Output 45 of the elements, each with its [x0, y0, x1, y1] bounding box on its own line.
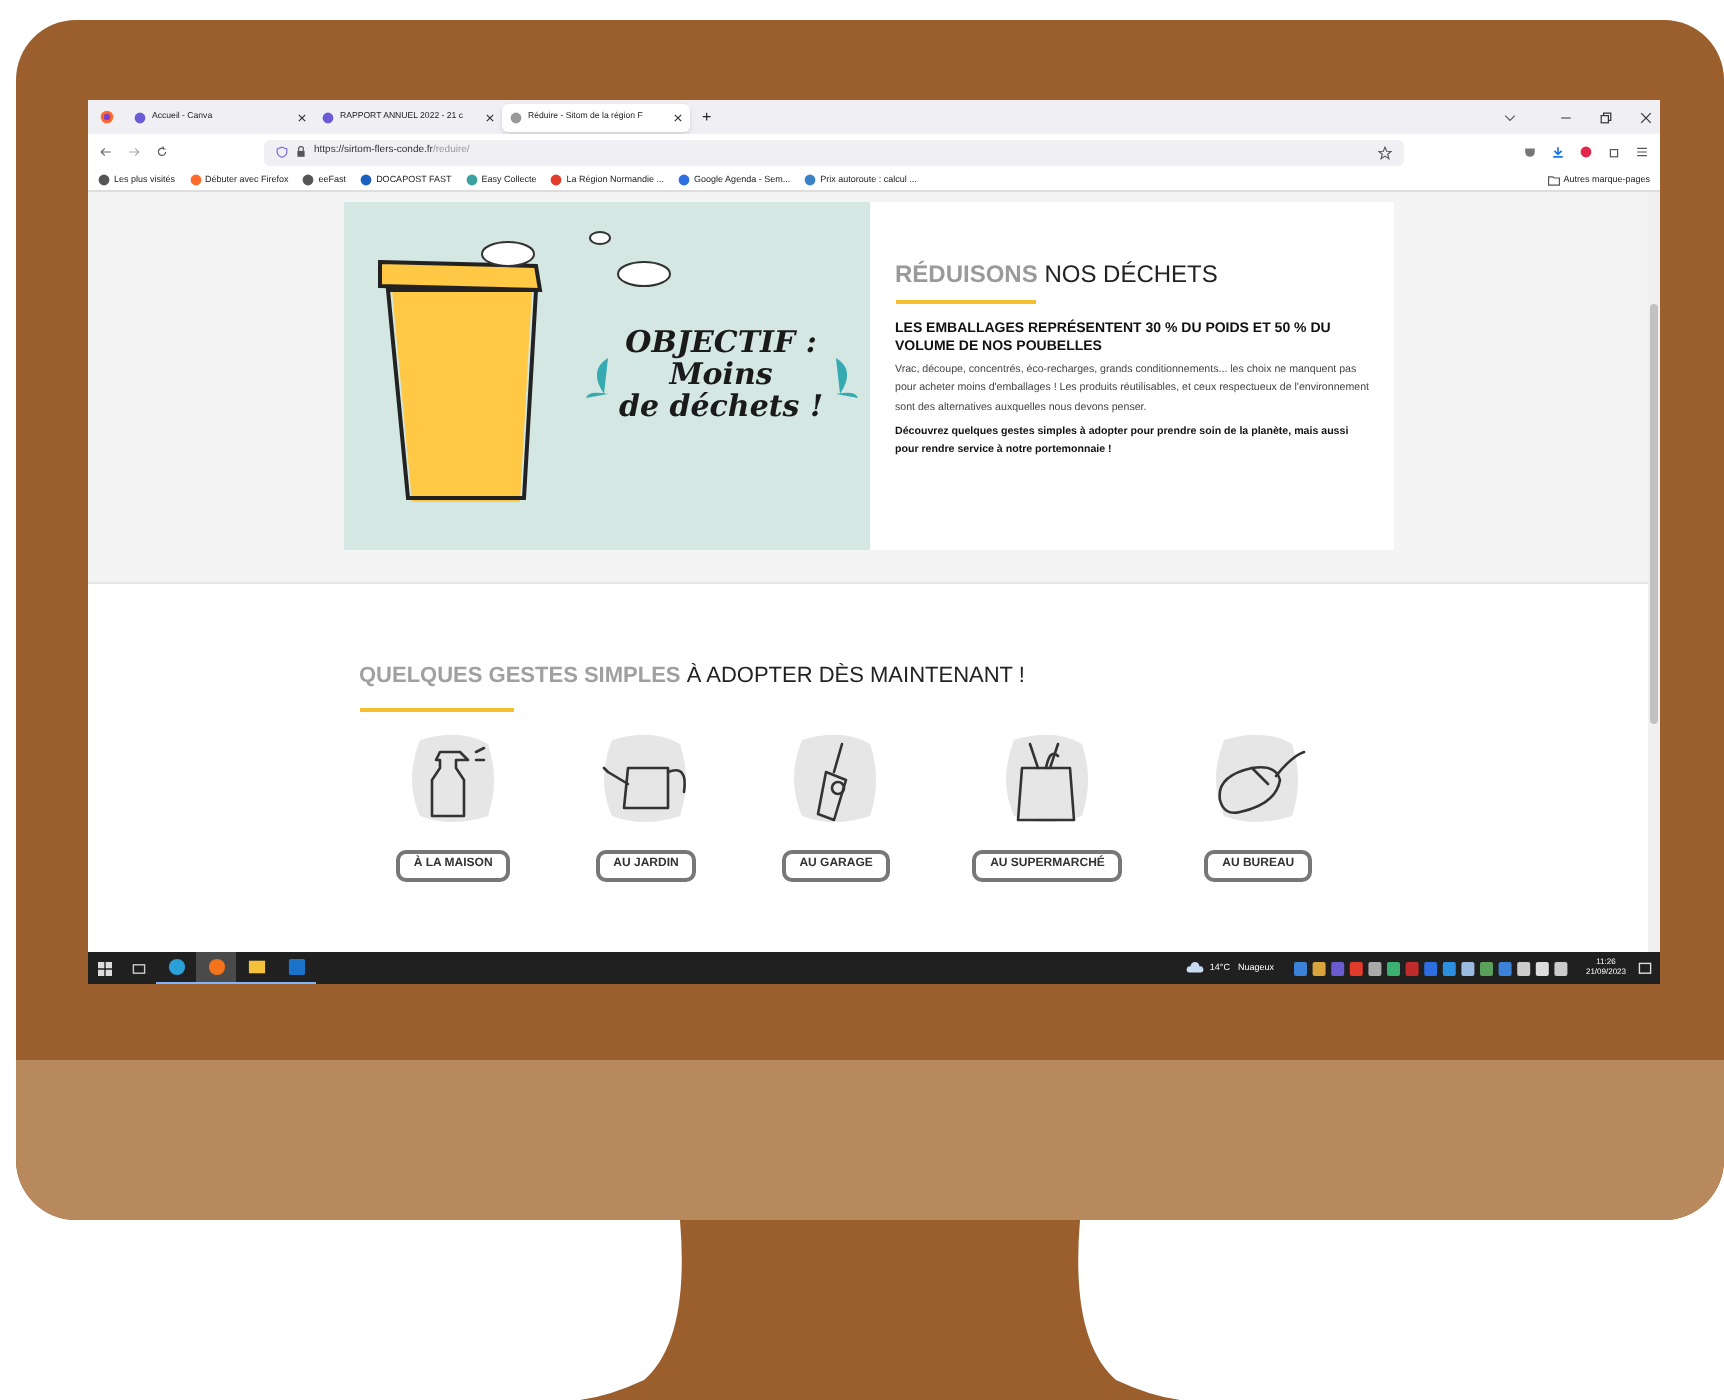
shield-icon: [276, 146, 288, 158]
chevron-down-icon[interactable]: [1504, 111, 1516, 123]
back-icon[interactable]: [100, 146, 112, 158]
bookmark-icon: [302, 174, 315, 186]
restore-icon[interactable]: [1600, 111, 1612, 123]
bookmark-icon: [678, 174, 691, 186]
close-icon[interactable]: [1640, 111, 1652, 123]
windows-logo-icon[interactable]: [98, 961, 112, 975]
close-icon[interactable]: [486, 113, 494, 121]
task-view-icon[interactable]: [132, 961, 146, 975]
illustration-text: Moins: [669, 360, 773, 392]
app-icon: [167, 958, 185, 976]
folder-icon: [1547, 175, 1560, 185]
new-tab-button[interactable]: +: [702, 105, 712, 129]
illustration-text: de déchets !: [619, 391, 824, 424]
notification-icon[interactable]: [1638, 961, 1652, 975]
close-icon[interactable]: [298, 113, 306, 121]
star-icon[interactable]: [1378, 145, 1392, 159]
download-icon[interactable]: [1552, 146, 1564, 158]
site-icon: [510, 111, 522, 123]
scrollbar[interactable]: [1648, 192, 1660, 952]
bookmark-icon: [804, 174, 817, 186]
splash-icon: [831, 354, 860, 398]
minimize-icon[interactable]: [1560, 111, 1572, 123]
menu-icon[interactable]: [1636, 146, 1648, 158]
site-icon: [322, 111, 334, 123]
bookmark-icon: [360, 174, 373, 186]
app-icon: [287, 958, 305, 976]
bookmark-icon: [465, 174, 478, 186]
site-icon: [134, 111, 146, 123]
section-title: RÉDUISONS NOS DÉCHETS: [895, 258, 1220, 292]
cloud-icon: [1185, 962, 1204, 974]
illustration-text: OBJECTIF :: [625, 328, 817, 361]
browser-logo-icon: [100, 110, 114, 124]
splash-icon: [583, 354, 611, 398]
folder-icon: [247, 958, 265, 976]
bookmark-icon: [550, 174, 563, 186]
bookmark-icon: [189, 174, 202, 186]
close-icon[interactable]: [674, 113, 682, 121]
lock-icon: [296, 146, 306, 158]
bookmark-icon: [98, 174, 110, 186]
app-icon: [207, 958, 225, 976]
section-title: QUELQUES GESTES SIMPLES À ADOPTER DÈS MAINTENANT !: [359, 661, 1027, 692]
taskbar-app[interactable]: [196, 952, 236, 984]
reload-icon[interactable]: [156, 146, 168, 158]
